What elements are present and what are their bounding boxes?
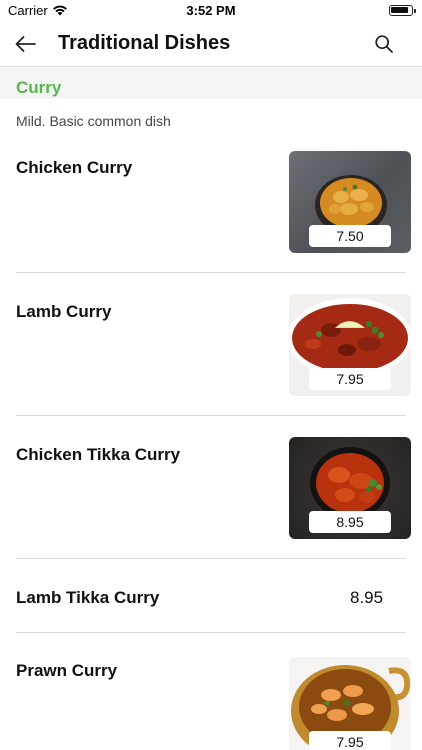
item-name: Lamb Tikka Curry: [16, 588, 160, 607]
lamb-curry-photo: 7.95: [289, 294, 411, 396]
prawn-curry-photo: 7.95: [289, 657, 411, 750]
arrow-left-icon[interactable]: [12, 32, 38, 56]
divider: [16, 558, 406, 559]
divider: [16, 272, 406, 273]
price-tag: 8.95: [309, 511, 391, 533]
chicken-curry-photo: 7.50: [289, 151, 411, 253]
section-header: Curry: [0, 68, 422, 99]
menu-item-chicken-tikka-curry[interactable]: Chicken Tikka Curry 8.95: [0, 436, 422, 558]
item-name: Lamb Curry: [16, 302, 112, 321]
menu-item-lamb-curry[interactable]: Lamb Curry 7.95: [0, 293, 422, 415]
section-description: Mild. Basic common dish: [16, 113, 171, 129]
menu-item-chicken-curry[interactable]: Chicken Curry 7.50: [0, 150, 422, 272]
search-icon[interactable]: [374, 34, 394, 54]
menu-item-lamb-tikka-curry[interactable]: Lamb Tikka Curry 8.95: [0, 560, 422, 632]
status-bar: Carrier 3:52 PM: [0, 0, 422, 22]
menu-item-prawn-curry[interactable]: Prawn Curry 7.95: [0, 654, 422, 750]
price-tag: 7.95: [309, 731, 391, 750]
price-tag: 7.95: [309, 368, 391, 390]
item-name: Prawn Curry: [16, 661, 118, 680]
item-price: 8.95: [350, 588, 384, 607]
divider: [16, 632, 406, 633]
page-title: Traditional Dishes: [58, 32, 231, 54]
battery-icon: [389, 5, 416, 16]
divider: [16, 415, 406, 416]
chicken-tikka-curry-photo: 8.95: [289, 437, 411, 539]
status-time: 3:52 PM: [186, 3, 236, 18]
section-title: Curry: [16, 78, 62, 97]
price-tag: 7.50: [309, 225, 391, 247]
nav-bar: Traditional Dishes: [0, 22, 422, 67]
item-name: Chicken Curry: [16, 158, 133, 177]
item-name: Chicken Tikka Curry: [16, 445, 181, 464]
